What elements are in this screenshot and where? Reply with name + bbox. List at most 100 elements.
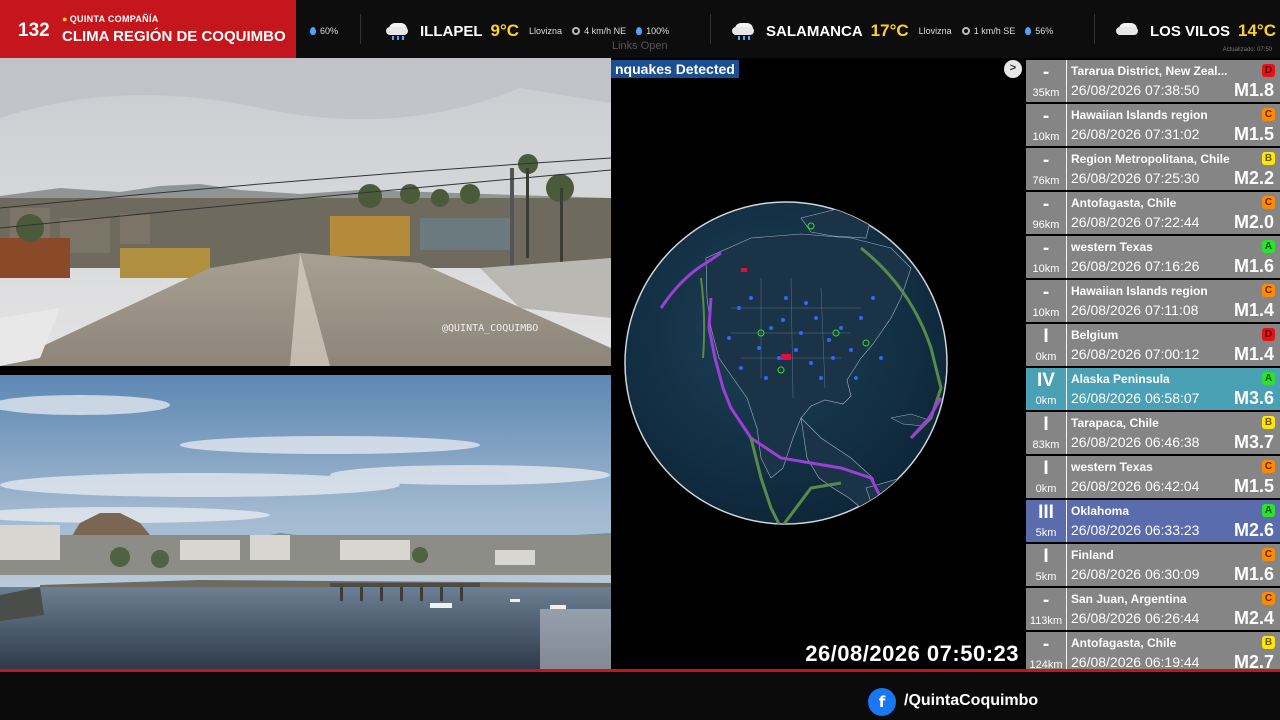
quake-row[interactable]: - 10km Hawaiian Islands region 26/08/2026 0… [1026, 104, 1280, 146]
ticker-divider [360, 14, 361, 44]
weather-condition: Llovizna [529, 26, 563, 36]
updated-timestamp: Actualizado: 07:50 [1222, 47, 1272, 53]
quake-info-cell: Antofagasta, Chile 26/08/2026 06:19:44 M2.… [1067, 632, 1280, 674]
channel-number: 132 [18, 20, 50, 41]
weather-top-bar: 132 ● QUINTA COMPAÑÍA CLIMA REGIÓN DE COQ… [0, 0, 1280, 58]
facebook-handle[interactable]: /QuintaCoquimbo [904, 692, 1038, 710]
weather-humidity: 56% [1025, 26, 1053, 36]
weather-wind: 4 km/h NE [572, 26, 626, 36]
quake-intensity-cell: - 76km [1026, 148, 1066, 190]
quake-intensity: I [1043, 326, 1049, 347]
drizzle-cloud-icon [732, 22, 756, 40]
quake-intensity: - [1042, 590, 1050, 611]
quake-row[interactable]: - 113km San Juan, Argentina 26/08/2026 06:2… [1026, 588, 1280, 630]
quake-magnitude: M2.4 [1233, 608, 1274, 628]
bay-scene [0, 375, 611, 669]
quake-magnitude: M1.6 [1233, 564, 1274, 584]
quake-time: 26/08/2026 07:11:08 [1071, 302, 1199, 318]
quake-row[interactable]: - 76km Region Metropolitana, Chile 26/08/20… [1026, 148, 1280, 190]
earthquake-map-panel: nquakes Detected > 26/08/2026 07:50:23 [611, 58, 1025, 669]
quake-time: 26/08/2026 06:33:23 [1071, 522, 1200, 538]
quake-grade-badge: C [1262, 284, 1275, 297]
quake-grade-badge: B [1262, 636, 1275, 649]
quake-magnitude: M1.4 [1233, 300, 1274, 320]
quake-row[interactable]: I 83km Tarapaca, Chile 26/08/2026 06:46:38 M… [1026, 412, 1280, 454]
quake-location: Finland [1071, 548, 1114, 562]
bullet-icon: ● [62, 14, 68, 24]
quake-time: 26/08/2026 06:58:07 [1071, 390, 1200, 406]
quake-location: Hawaiian Islands region [1071, 108, 1208, 122]
quake-grade-badge: D [1262, 328, 1275, 341]
quake-intensity: - [1042, 282, 1050, 303]
quake-depth: 83km [1032, 439, 1060, 451]
quake-info-cell: Oklahoma 26/08/2026 06:33:23 M2.6 A [1067, 500, 1280, 542]
quake-depth: 0km [1035, 483, 1057, 495]
quake-intensity-cell: - 10km [1026, 236, 1066, 278]
quake-grade-badge: A [1262, 372, 1275, 385]
quake-magnitude: M3.6 [1233, 388, 1274, 408]
facebook-icon[interactable]: f [868, 688, 896, 716]
ticker-divider [1094, 14, 1095, 44]
weather-item-illapel: ILLAPEL 9°C Llovizna 4 km/h NE 100% [386, 21, 679, 41]
quake-time: 26/08/2026 07:00:12 [1071, 346, 1200, 362]
humidity-drop-icon [310, 27, 316, 35]
quake-intensity-cell: IV 0km [1026, 368, 1066, 410]
weather-temp: 9°C [490, 21, 520, 40]
quake-info-cell: Hawaiian Islands region 26/08/2026 07:11:… [1067, 280, 1280, 322]
weather-ticker: 60% ILLAPEL 9°C Llovizna 4 km/h NE 100% … [296, 0, 1280, 58]
quake-depth: 0km [1035, 351, 1057, 363]
earthquake-list[interactable]: - 35km Tararua District, New Zeal... 26/08/… [1026, 58, 1280, 674]
quake-location: Region Metropolitana, Chile [1071, 152, 1230, 166]
quake-row[interactable]: -124km Antofagasta, Chile 26/08/2026 06:19… [1026, 632, 1280, 674]
quake-info-cell: Alaska Peninsula 26/08/2026 06:58:07 M3.6 A [1067, 368, 1280, 410]
brand-title: CLIMA REGIÓN DE COQUIMBO [62, 28, 286, 45]
quake-time: 26/08/2026 07:16:26 [1071, 258, 1200, 274]
quake-grade-badge: C [1262, 108, 1275, 121]
quake-row[interactable]: III 5km Oklahoma 26/08/2026 06:33:23 M2.6 A [1026, 500, 1280, 542]
quake-depth: 5km [1035, 571, 1057, 583]
quake-row[interactable]: I 0km western Texas 26/08/2026 06:42:04 M1.5… [1026, 456, 1280, 498]
ticker-divider [710, 14, 711, 44]
quake-row[interactable]: - 10km western Texas 26/08/2026 07:16:26 M1.… [1026, 236, 1280, 278]
quake-row[interactable]: - 96km Antofagasta, Chile 26/08/2026 07:22:… [1026, 192, 1280, 234]
quake-intensity: - [1042, 194, 1050, 215]
quake-depth: 35km [1032, 87, 1060, 99]
quake-row[interactable]: - 10km Hawaiian Islands region 26/08/2026 0… [1026, 280, 1280, 322]
weather-city: LOS VILOS [1150, 22, 1231, 40]
quake-magnitude: M1.4 [1233, 344, 1274, 364]
quake-row[interactable]: I 5km Finland 26/08/2026 06:30:09 M1.6 C [1026, 544, 1280, 586]
quake-depth: 10km [1032, 131, 1060, 143]
quake-grade-badge: A [1262, 504, 1275, 517]
globe-map [624, 201, 948, 525]
quake-row[interactable]: IV 0km Alaska Peninsula 26/08/2026 06:58:07… [1026, 368, 1280, 410]
quake-intensity: - [1042, 238, 1050, 259]
quake-grade-badge: B [1262, 416, 1275, 429]
quake-intensity-cell: -124km [1026, 632, 1066, 674]
quake-intensity-cell: - 113km [1026, 588, 1066, 630]
quake-depth: 0km [1035, 395, 1057, 407]
quake-grade-badge: C [1262, 196, 1275, 209]
brand-block: 132 ● QUINTA COMPAÑÍA CLIMA REGIÓN DE COQ… [0, 0, 296, 58]
quake-row[interactable]: - 35km Tararua District, New Zeal... 26/08/… [1026, 60, 1280, 102]
quake-location: San Juan, Argentina [1071, 592, 1187, 606]
quake-intensity: III [1038, 502, 1054, 523]
quake-intensity-cell: - 10km [1026, 280, 1066, 322]
weather-item-los-vilos: LOS VILOS 14°C [1116, 21, 1280, 41]
weather-wind: 1 km/h SE [961, 26, 1015, 36]
weather-humidity: 100% [636, 26, 669, 36]
weather-temp: 17°C [870, 21, 909, 40]
quake-intensity-cell: I 5km [1026, 544, 1066, 586]
quake-time: 26/08/2026 06:46:38 [1071, 434, 1200, 450]
wind-icon [961, 27, 970, 35]
quake-magnitude: M2.6 [1233, 520, 1274, 540]
weather-city: ILLAPEL [420, 22, 483, 40]
quake-row[interactable]: I 0km Belgium 26/08/2026 07:00:12 M1.4 D [1026, 324, 1280, 366]
quake-info-cell: Antofagasta, Chile 26/08/2026 07:22:44 M2.… [1067, 192, 1280, 234]
weather-condition: Llovizna [918, 26, 952, 36]
quake-intensity-cell: - 96km [1026, 192, 1066, 234]
quake-intensity: - [1042, 150, 1050, 171]
quake-time: 26/08/2026 06:19:44 [1071, 654, 1200, 670]
quake-info-cell: western Texas 26/08/2026 07:16:26 M1.6 A [1067, 236, 1280, 278]
quake-magnitude: M1.5 [1233, 124, 1274, 144]
quake-location: western Texas [1071, 460, 1153, 474]
